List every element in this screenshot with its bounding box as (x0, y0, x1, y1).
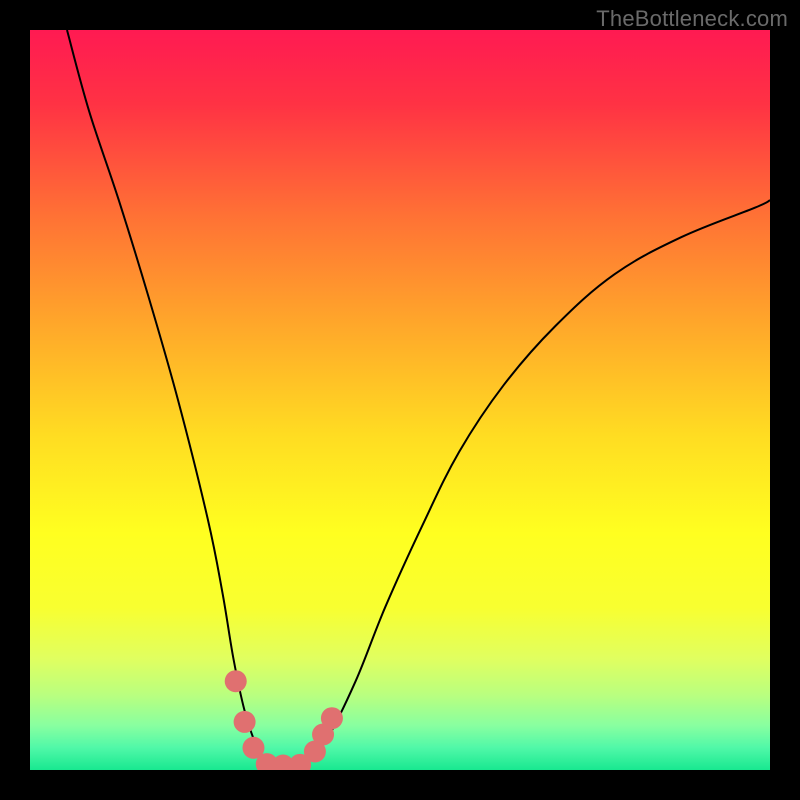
bottleneck-curve (67, 30, 770, 767)
chart-curve-layer (30, 30, 770, 770)
plot-area (30, 30, 770, 770)
marker-point (225, 670, 247, 692)
marker-point (234, 711, 256, 733)
chart-frame: TheBottleneck.com (0, 0, 800, 800)
watermark-text: TheBottleneck.com (596, 6, 788, 32)
marker-point (321, 707, 343, 729)
near-optimal-markers (225, 670, 343, 770)
